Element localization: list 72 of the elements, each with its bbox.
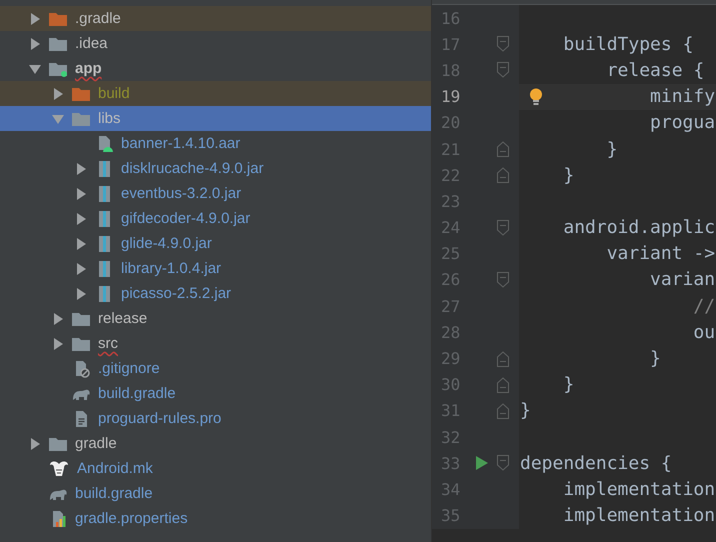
line-number: 19 [441,87,462,106]
expand-arrow-icon[interactable] [51,336,65,350]
tree-item[interactable]: build.gradle [0,381,431,406]
tree-item[interactable]: src [0,331,431,356]
code-line: } [650,348,661,370]
tree-item[interactable]: .gradle [0,6,431,31]
fold-end-icon[interactable] [497,402,509,420]
folder-icon [48,436,68,452]
fold-end-icon[interactable] [497,350,509,368]
expand-arrow-icon[interactable] [74,236,88,250]
tree-item[interactable]: disklrucache-4.9.0.jar [0,156,431,181]
expand-arrow-icon[interactable] [51,312,65,326]
folder-icon [71,86,91,102]
tree-item[interactable]: build.gradle [0,481,431,506]
animal-head-icon [48,460,70,478]
expand-arrow-icon[interactable] [28,36,42,50]
tree-item[interactable]: picasso-2.5.2.jar [0,281,431,306]
folder-icon [71,336,91,352]
code-line: android.applic [563,217,716,238]
code-line: progua [650,112,716,134]
fold-icon[interactable] [497,35,509,54]
expand-arrow-icon[interactable] [74,162,88,176]
code-line: } [606,138,618,160]
code-line: ou [693,322,716,343]
tree-item[interactable]: release [0,306,431,331]
code-line: minify [650,86,716,108]
tree-item[interactable]: gradle [0,431,431,456]
expand-arrow-icon[interactable] [74,286,88,300]
tree-item[interactable]: .idea [0,31,431,56]
run-icon[interactable] [476,456,488,470]
tree-item[interactable]: app [0,56,431,81]
folder-icon [48,36,68,52]
code-line: implementation [563,505,716,526]
fold-end-icon[interactable] [497,140,509,158]
tree-item[interactable]: libs [0,106,431,131]
tree-item[interactable]: gradle.properties [0,506,431,531]
code-line: varian [650,269,716,290]
code-line: } [563,374,574,396]
tree-item[interactable]: .gitignore [0,356,431,381]
expand-arrow-icon[interactable] [28,436,42,450]
folder-icon [71,310,91,326]
expand-arrow-icon[interactable] [74,212,88,226]
expand-arrow-icon[interactable] [51,86,65,100]
code-line: variant -> [606,243,716,264]
expand-arrow-icon[interactable] [28,12,42,26]
fold-icon[interactable] [497,454,509,472]
tree-item[interactable]: eventbus-3.2.0.jar [0,181,431,206]
tree-item[interactable]: proguard-rules.pro [0,406,431,431]
tree-item[interactable]: Android.mk [0,456,431,481]
code-line: buildTypes { [563,34,694,55]
code-line: // [693,296,716,317]
code-line: } [520,400,531,422]
folder-icon [48,60,68,76]
fold-icon[interactable] [497,270,509,289]
fold-icon[interactable] [497,218,509,237]
expand-arrow-icon[interactable] [74,262,88,276]
code-line: dependencies { [520,452,672,474]
folder-icon [48,10,68,26]
code-line: implementation [563,478,716,500]
fold-end-icon[interactable] [497,166,509,184]
tree-item[interactable]: library-1.0.4.jar [0,256,431,281]
code-line: release { [606,60,704,81]
tree-item[interactable]: build [0,81,431,106]
fold-icon[interactable] [497,61,509,80]
folder-icon [71,110,91,126]
tree-item[interactable]: glide-4.9.0.jar [0,231,431,256]
expand-arrow-icon[interactable] [74,186,88,200]
tree-item[interactable]: banner-1.4.10.aar [0,131,431,156]
tree-item[interactable]: gifdecoder-4.9.0.jar [0,206,431,231]
fold-end-icon[interactable] [497,376,509,394]
code-line: } [563,164,574,186]
lightbulb-icon[interactable] [529,88,543,106]
